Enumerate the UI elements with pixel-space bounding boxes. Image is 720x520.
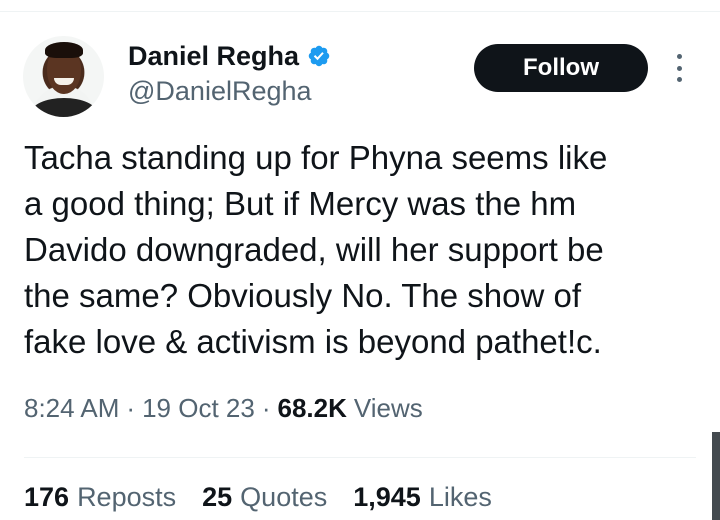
reposts-count: 176 — [24, 482, 70, 512]
avatar[interactable] — [23, 36, 104, 117]
quotes-count: 25 — [202, 482, 233, 512]
engagement-stats: 176 Reposts 25 Quotes 1,945 Likes — [24, 482, 518, 513]
author-name-row[interactable]: Daniel Regha — [128, 40, 331, 72]
tweet-date[interactable]: 19 Oct 23 — [142, 393, 255, 424]
tweet-meta: 8:24 AM · 19 Oct 23 · 68.2K Views — [24, 393, 423, 424]
tweet-view: Daniel Regha @DanielRegha Follow Tacha s… — [0, 0, 720, 520]
author-handle[interactable]: @DanielRegha — [128, 76, 312, 107]
tweet-text-line: a good thing; But if Mercy was the hm — [24, 185, 577, 222]
quotes-stat[interactable]: 25 Quotes — [202, 482, 327, 513]
tweet-text: Tacha standing up for Phyna seems like a… — [24, 135, 704, 365]
tweet-text-line: Davido downgraded, will her support be — [24, 231, 604, 268]
tweet-time[interactable]: 8:24 AM — [24, 393, 119, 424]
likes-stat[interactable]: 1,945 Likes — [353, 482, 492, 513]
divider — [24, 457, 696, 458]
author-display-name[interactable]: Daniel Regha — [128, 41, 299, 72]
meta-separator: · — [261, 393, 271, 423]
quotes-label: Quotes — [240, 482, 328, 512]
reposts-stat[interactable]: 176 Reposts — [24, 482, 176, 513]
views-count: 68.2K — [277, 393, 347, 423]
tweet-text-line: Tacha standing up for Phyna seems like — [24, 139, 608, 176]
top-divider — [0, 11, 720, 12]
reposts-label: Reposts — [77, 482, 177, 512]
follow-button[interactable]: Follow — [474, 44, 648, 92]
scrollbar[interactable] — [712, 432, 720, 520]
verified-badge-icon — [307, 44, 331, 68]
tweet-text-line: the same? Obviously No. The show of — [24, 277, 582, 314]
more-vertical-icon[interactable] — [667, 54, 691, 82]
likes-count: 1,945 — [353, 482, 421, 512]
views-label: Views — [353, 393, 423, 423]
meta-separator: · — [126, 393, 136, 423]
likes-label: Likes — [428, 482, 492, 512]
tweet-text-line: fake love & activism is beyond pathet!c. — [24, 323, 602, 360]
